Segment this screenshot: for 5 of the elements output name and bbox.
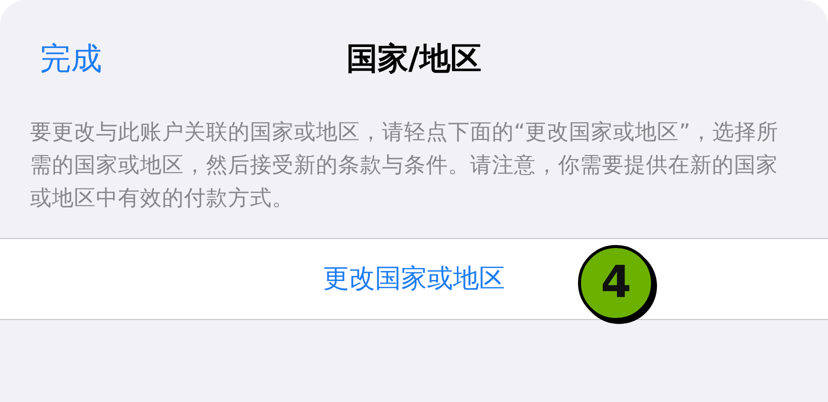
screen-title: 国家/地区	[346, 40, 482, 79]
step-number-badge: 4	[578, 245, 654, 321]
done-button[interactable]: 完成	[40, 36, 102, 82]
description-text: 要更改与此账户关联的国家或地区，请轻点下面的“更改国家或地区”，选择所需的国家或地区，然后接受新的条款与条件。请注意，你需要提供在新的国家或地区中有效的付款方式。	[29, 119, 780, 213]
change-region-button[interactable]: 更改国家或地区	[323, 260, 505, 298]
